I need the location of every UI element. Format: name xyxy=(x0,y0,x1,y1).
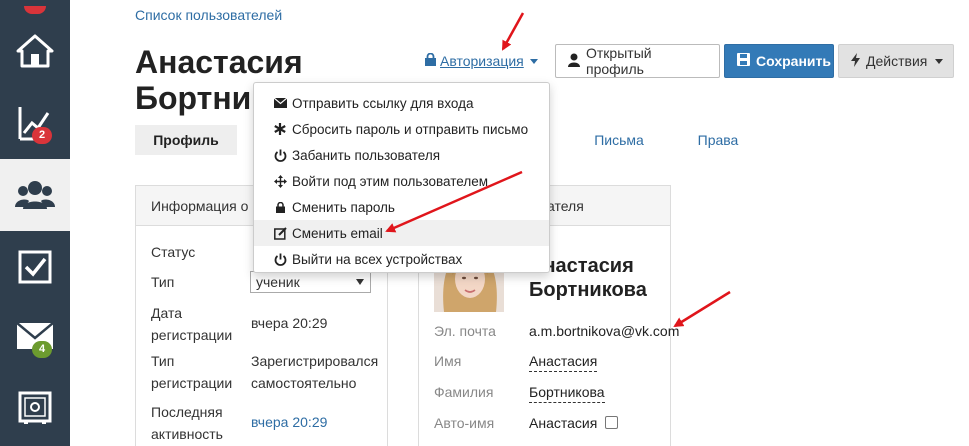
chart-badge: 2 xyxy=(32,127,53,144)
move-icon xyxy=(273,174,287,188)
chevron-down-icon xyxy=(529,58,538,64)
lock-icon xyxy=(273,200,287,214)
lock-icon xyxy=(425,52,436,69)
type-label: Тип xyxy=(151,274,175,290)
home-icon xyxy=(15,31,55,71)
sidebar-item-home[interactable] xyxy=(0,15,70,87)
first-name-label: Имя xyxy=(434,353,462,369)
power-icon xyxy=(273,148,287,162)
sidebar-item-users[interactable] xyxy=(0,159,70,231)
tab-letters[interactable]: Письма xyxy=(585,125,653,155)
bolt-icon xyxy=(851,52,860,70)
last-activity-label: Последняя активность xyxy=(151,404,223,442)
breadcrumb[interactable]: Список пользователей xyxy=(135,7,282,23)
floppy-icon xyxy=(737,53,750,69)
last-name-value[interactable]: Бортникова xyxy=(529,382,605,403)
auto-name-checkbox[interactable] xyxy=(605,416,618,429)
menu-item-reset-password[interactable]: Сбросить пароль и отправить письмо xyxy=(254,116,549,142)
reg-type-value: Зарегистрировался самостоятельно xyxy=(251,353,379,391)
email-label: Эл. почта xyxy=(434,323,496,339)
authorization-label: Авторизация xyxy=(440,53,524,69)
sidebar: 2 4 xyxy=(0,0,70,446)
asterisk-icon xyxy=(273,122,287,136)
tab-rights[interactable]: Права xyxy=(690,125,746,155)
sidebar-item-mail[interactable]: 4 xyxy=(0,300,70,372)
open-profile-button[interactable]: Открытый профиль xyxy=(555,44,720,78)
status-label: Статус xyxy=(151,244,196,260)
menu-item-change-password[interactable]: Сменить пароль xyxy=(254,194,549,220)
menu-item-logout-all-devices[interactable]: Выйти на всех устройствах xyxy=(254,246,549,272)
annotation-arrow xyxy=(501,12,525,51)
envelope-icon xyxy=(273,96,287,110)
users-icon xyxy=(15,175,55,215)
menu-item-change-email[interactable]: Сменить email xyxy=(254,220,549,246)
type-select[interactable]: ученик xyxy=(250,271,371,293)
edit-icon xyxy=(273,226,287,240)
menu-item-ban-user[interactable]: Забанить пользователя xyxy=(254,142,549,168)
tab-profile[interactable]: Профиль xyxy=(135,125,237,155)
mail-badge: 4 xyxy=(32,341,53,358)
sidebar-item-tasks[interactable] xyxy=(0,231,70,303)
last-activity-value[interactable]: вчера 20:29 xyxy=(251,411,327,433)
actions-button[interactable]: Действия xyxy=(838,44,954,78)
sidebar-item-chart[interactable]: 2 xyxy=(0,87,70,159)
menu-item-login-as-user[interactable]: Войти под этим пользователем xyxy=(254,168,549,194)
save-button[interactable]: Сохранить xyxy=(724,44,834,78)
authorization-menu: Отправить ссылку для входа Сбросить паро… xyxy=(253,82,550,273)
annotation-arrow xyxy=(673,290,731,328)
auto-name-label: Авто-имя xyxy=(434,415,495,431)
email-value: a.m.bortnikova@vk.com xyxy=(529,323,680,339)
checkbox-icon xyxy=(15,247,55,287)
notification-badge xyxy=(24,6,46,14)
sidebar-item-safe[interactable] xyxy=(0,372,70,444)
safe-icon xyxy=(15,388,55,428)
user-icon xyxy=(568,53,580,70)
menu-item-send-login-link[interactable]: Отправить ссылку для входа xyxy=(254,90,549,116)
last-name-label: Фамилия xyxy=(434,384,494,400)
auto-name-value: Анастасия xyxy=(529,415,598,431)
chevron-down-icon xyxy=(356,279,364,285)
first-name-value[interactable]: Анастасия xyxy=(529,351,598,372)
reg-date-label: Дата регистрации xyxy=(151,305,233,343)
chevron-down-icon xyxy=(935,58,944,64)
reg-type-label: Тип регистрации xyxy=(151,353,233,391)
power-icon xyxy=(273,252,287,266)
authorization-dropdown-toggle[interactable]: Авторизация xyxy=(425,52,538,69)
reg-date-value: вчера 20:29 xyxy=(251,315,328,331)
